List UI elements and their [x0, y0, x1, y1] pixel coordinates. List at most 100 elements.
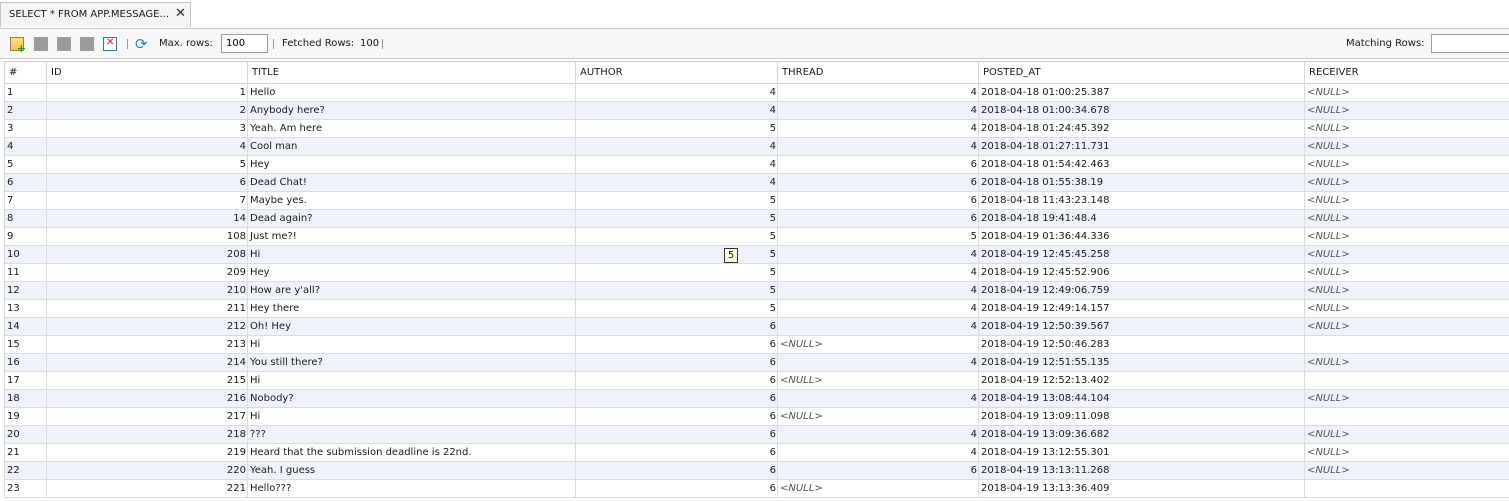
cell-thread[interactable]: 4 — [777, 389, 979, 408]
matching-rows-input[interactable] — [1431, 34, 1509, 53]
table-row[interactable]: 5 5 Hey 4 6 2018-04-18 01:54:42.463 <NULL> — [4, 155, 1509, 174]
cell-title[interactable]: How are y'all? — [247, 281, 576, 300]
column-header-thread[interactable]: THREAD — [777, 61, 979, 84]
cell-id[interactable]: 6 — [46, 173, 248, 192]
table-row[interactable]: 16 214 You still there? 6 4 2018-04-19 12:51:… — [4, 353, 1509, 372]
cell-posted-at[interactable]: 2018-04-19 13:13:11.268 — [978, 461, 1305, 480]
cell-receiver[interactable]: 4 — [1304, 371, 1509, 390]
cell-author[interactable]: 5 — [575, 299, 778, 318]
insert-record-icon[interactable] — [10, 37, 26, 55]
cell-title[interactable]: Just me?! — [247, 227, 576, 246]
cell-receiver[interactable]: <NULL> — [1304, 119, 1509, 138]
cell-title[interactable]: Hey there — [247, 299, 576, 318]
cell-id[interactable]: 5 — [46, 155, 248, 174]
cell-posted-at[interactable]: 2018-04-19 13:08:44.104 — [978, 389, 1305, 408]
cell-receiver[interactable]: <NULL> — [1304, 191, 1509, 210]
cell-author[interactable]: 6 — [575, 371, 778, 390]
cell-author[interactable]: 6 — [575, 389, 778, 408]
cell-author[interactable]: 5 — [575, 281, 778, 300]
cell-id[interactable]: 219 — [46, 443, 248, 462]
cell-posted-at[interactable]: 2018-04-18 01:00:25.387 — [978, 83, 1305, 102]
cell-posted-at[interactable]: 2018-04-18 01:55:38.19 — [978, 173, 1305, 192]
cell-id[interactable]: 208 — [46, 245, 248, 264]
cell-receiver[interactable]: 4 — [1304, 407, 1509, 426]
row-number[interactable]: 20 — [4, 425, 47, 444]
row-number[interactable]: 21 — [4, 443, 47, 462]
row-number[interactable]: 3 — [4, 119, 47, 138]
row-number[interactable]: 8 — [4, 209, 47, 228]
cell-receiver[interactable]: <NULL> — [1304, 173, 1509, 192]
cell-receiver[interactable]: 4 — [1304, 335, 1509, 354]
cell-thread[interactable]: 5 — [777, 227, 979, 246]
column-header-receiver[interactable]: RECEIVER — [1304, 61, 1509, 84]
cell-thread[interactable]: 4 — [777, 119, 979, 138]
cell-id[interactable]: 7 — [46, 191, 248, 210]
row-number[interactable]: 4 — [4, 137, 47, 156]
row-number[interactable]: 11 — [4, 263, 47, 282]
cell-author[interactable]: 6 — [575, 353, 778, 372]
cell-id[interactable]: 3 — [46, 119, 248, 138]
cell-author[interactable]: 5 — [575, 263, 778, 282]
cell-author[interactable]: 6 — [575, 407, 778, 426]
cell-title[interactable]: Hi — [247, 371, 576, 390]
table-row[interactable]: 20 218??? 6 4 2018-04-19 13:09:36.682 <NULL> — [4, 425, 1509, 444]
table-row[interactable]: 3 3 Yeah. Am here 5 4 2018-04-18 01:24:45.392… — [4, 119, 1509, 138]
row-number[interactable]: 13 — [4, 299, 47, 318]
query-result-tab[interactable]: SELECT * FROM APP.MESSAGE... ✕ — [0, 2, 191, 27]
row-number[interactable]: 9 — [4, 227, 47, 246]
cell-thread[interactable]: 6 — [777, 191, 979, 210]
cell-receiver[interactable]: <NULL> — [1304, 245, 1509, 264]
cell-receiver[interactable]: <NULL> — [1304, 389, 1509, 408]
cell-receiver[interactable]: <NULL> — [1304, 83, 1509, 102]
cell-receiver[interactable]: <NULL> — [1304, 101, 1509, 120]
cell-thread[interactable]: 6 — [777, 173, 979, 192]
table-row[interactable]: 14 212 Oh! Hey 6 4 2018-04-19 12:50:39.567 <NU… — [4, 317, 1509, 336]
cell-author[interactable]: 4 — [575, 173, 778, 192]
cell-title[interactable]: Heard that the submission deadline is 22… — [247, 443, 576, 462]
table-row[interactable]: 23 221 Hello??? 6 <NULL> 2018-04-19 13:13:36.… — [4, 479, 1509, 498]
table-row[interactable]: 17215Hi6<NULL>2018-04-19 12:52:13.4024 — [4, 371, 1509, 390]
cell-thread[interactable]: <NULL> — [777, 479, 979, 498]
cell-thread[interactable]: 4 — [777, 101, 979, 120]
cell-posted-at[interactable]: 2018-04-19 13:12:55.301 — [978, 443, 1305, 462]
row-number[interactable]: 5 — [4, 155, 47, 174]
cell-posted-at[interactable]: 2018-04-18 01:54:42.463 — [978, 155, 1305, 174]
cell-title[interactable]: Oh! Hey — [247, 317, 576, 336]
cell-id[interactable]: 217 — [46, 407, 248, 426]
cell-posted-at[interactable]: 2018-04-19 12:45:45.258 — [978, 245, 1305, 264]
cell-title[interactable]: Maybe yes. — [247, 191, 576, 210]
grid-icon[interactable] — [80, 37, 94, 51]
row-number[interactable]: 12 — [4, 281, 47, 300]
cell-id[interactable]: 212 — [46, 317, 248, 336]
cell-posted-at[interactable]: 2018-04-19 01:36:44.336 — [978, 227, 1305, 246]
column-header-author[interactable]: AUTHOR — [575, 61, 778, 84]
cell-posted-at[interactable]: 2018-04-19 12:49:14.157 — [978, 299, 1305, 318]
row-number[interactable]: 10 — [4, 245, 47, 264]
table-row[interactable]: 9 108 Just me?! 5 5 2018-04-19 01:36:44.336 <N… — [4, 227, 1509, 246]
cell-thread[interactable]: 4 — [777, 317, 979, 336]
table-row[interactable]: 11 209 Hey 5 4 2018-04-19 12:45:52.906 <NULL> — [4, 263, 1509, 282]
cell-title[interactable]: Hi — [247, 407, 576, 426]
cell-receiver[interactable]: <NULL> — [1304, 209, 1509, 228]
grid-icon[interactable] — [34, 37, 48, 51]
cell-title[interactable]: Nobody? — [247, 389, 576, 408]
cell-receiver[interactable]: <NULL> — [1304, 461, 1509, 480]
cell-title[interactable]: Hello??? — [247, 479, 576, 498]
table-row[interactable]: 8 14 Dead again? 5 6 2018-04-18 19:41:48.4 <NU… — [4, 209, 1509, 228]
cell-id[interactable]: 221 — [46, 479, 248, 498]
cell-title[interactable]: You still there? — [247, 353, 576, 372]
table-row[interactable]: 4 4 Cool man 4 4 2018-04-18 01:27:11.731 <NULL… — [4, 137, 1509, 156]
cell-posted-at[interactable]: 2018-04-19 12:52:13.402 — [978, 371, 1305, 390]
table-row[interactable]: 1 1 Hello 4 4 2018-04-18 01:00:25.387 <NULL> — [4, 83, 1509, 102]
cell-title[interactable]: Anybody here? — [247, 101, 576, 120]
cell-title[interactable]: Yeah. I guess — [247, 461, 576, 480]
cell-title[interactable]: ??? — [247, 425, 576, 444]
cell-receiver[interactable]: <NULL> — [1304, 137, 1509, 156]
column-header-id[interactable]: ID — [46, 61, 248, 84]
cell-thread[interactable]: 6 — [777, 155, 979, 174]
table-row[interactable]: 21 219 Heard that the submission deadline … — [4, 443, 1509, 462]
cell-author[interactable]: 4 — [575, 83, 778, 102]
row-number[interactable]: 22 — [4, 461, 47, 480]
cell-thread[interactable]: 4 — [777, 137, 979, 156]
cell-author[interactable]: 6 — [575, 461, 778, 480]
